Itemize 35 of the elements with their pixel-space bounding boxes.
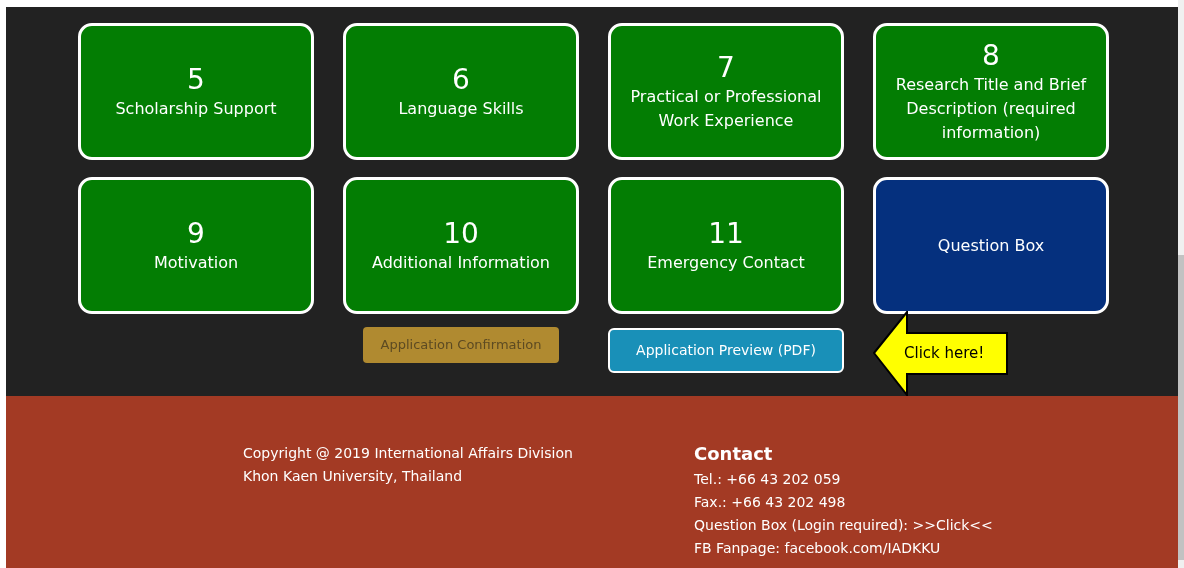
contact-line: Tel.: +66 43 202 059 — [694, 470, 842, 489]
scrollbar[interactable] — [1178, 0, 1184, 568]
arrow-icon — [873, 311, 1009, 396]
step-card[interactable]: 5 Scholarship Support — [78, 23, 314, 160]
scrollbar-thumb[interactable] — [1178, 255, 1184, 560]
step-title: Practical or Professional Work Experience — [629, 85, 823, 132]
step-card[interactable]: 10 Additional Information — [343, 177, 579, 314]
step-number: 10 — [443, 216, 479, 251]
preview-button[interactable]: Application Preview (PDF) — [608, 328, 844, 373]
step-card[interactable]: 8 Research Title and Brief Description (required information) — [873, 23, 1109, 160]
contact-line: Fax.: +66 43 202 498 — [694, 493, 847, 512]
step-title: Scholarship Support — [115, 97, 277, 120]
copyright-text: Khon Kaen University, Thailand — [243, 467, 464, 486]
step-title: Research Title and Brief Description (required information) — [894, 73, 1088, 144]
step-number: 8 — [982, 38, 1000, 73]
step-number: 9 — [187, 216, 205, 251]
step-number: 7 — [717, 50, 735, 85]
step-card[interactable]: 9 Motivation — [78, 177, 314, 314]
step-card[interactable]: 11 Emergency Contact — [608, 177, 844, 314]
step-title: Motivation — [153, 251, 239, 274]
step-title: Emergency Contact — [647, 251, 805, 274]
callout-text: Click here! — [904, 343, 985, 364]
step-number: 5 — [187, 62, 205, 97]
step-number: 6 — [452, 62, 470, 97]
contact-heading: Contact — [694, 442, 774, 466]
contact-line: FB Fanpage: facebook.com/IADKKU — [694, 539, 942, 558]
step-title: Language Skills — [398, 97, 524, 120]
step-card[interactable]: Question Box — [873, 177, 1109, 314]
step-number: 11 — [708, 216, 744, 251]
step-title: Question Box — [937, 234, 1045, 257]
step-card[interactable]: 7 Practical or Professional Work Experience — [608, 23, 844, 160]
copyright-text: Copyright @ 2019 International Affairs Division — [243, 444, 574, 463]
step-title: Additional Information — [372, 251, 550, 274]
contact-line: Question Box (Login required): >>Click<< — [694, 516, 993, 535]
step-card[interactable]: 6 Language Skills — [343, 23, 579, 160]
